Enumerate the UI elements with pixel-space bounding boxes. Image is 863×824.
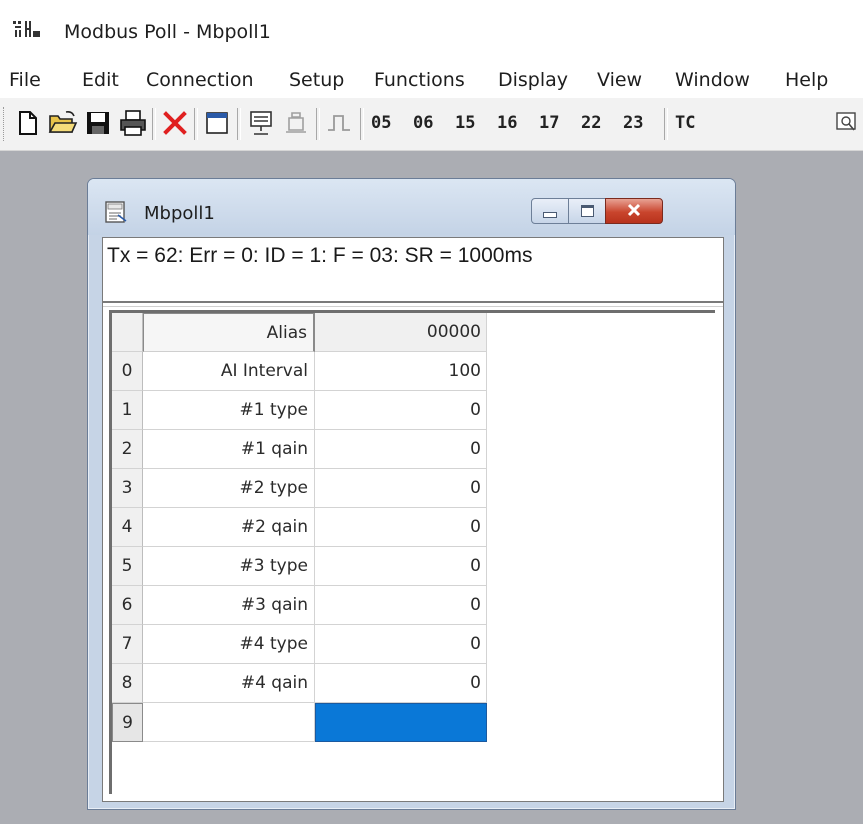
alias-cell[interactable] bbox=[143, 703, 315, 742]
modbus-app-icon bbox=[12, 19, 42, 39]
row-header[interactable]: 5 bbox=[112, 547, 143, 586]
value-cell[interactable]: 0 bbox=[315, 586, 487, 625]
toolbar: 05 06 15 16 17 22 23 TC bbox=[0, 98, 863, 151]
row-header[interactable]: 2 bbox=[112, 430, 143, 469]
app-title: Modbus Poll - Mbpoll1 bbox=[64, 21, 271, 43]
fc-16-button[interactable]: 16 bbox=[497, 113, 517, 133]
alias-cell[interactable]: #3 type bbox=[143, 547, 315, 586]
value-column-header[interactable]: 00000 bbox=[315, 313, 487, 352]
row-header[interactable]: 6 bbox=[112, 586, 143, 625]
alias-cell[interactable]: #1 type bbox=[143, 391, 315, 430]
menu-view[interactable]: View bbox=[597, 69, 642, 91]
value-cell[interactable]: 0 bbox=[315, 625, 487, 664]
menu-bar: File Edit Connection Setup Functions Dis… bbox=[0, 58, 863, 98]
open-folder-icon[interactable] bbox=[46, 106, 80, 140]
value-cell-selected[interactable] bbox=[315, 703, 487, 742]
row-header-selected[interactable]: 9 bbox=[112, 703, 143, 742]
save-icon[interactable] bbox=[81, 106, 115, 140]
alias-cell[interactable]: #2 qain bbox=[143, 508, 315, 547]
value-cell[interactable]: 0 bbox=[315, 547, 487, 586]
value-cell[interactable]: 100 bbox=[315, 352, 487, 391]
mbpoll1-window: Mbpoll1 Tx = 62: Err = 0: ID = 1: F = 03… bbox=[87, 178, 736, 810]
menu-functions[interactable]: Functions bbox=[374, 69, 465, 91]
maximize-button[interactable] bbox=[568, 198, 606, 224]
close-icon bbox=[626, 202, 642, 221]
alias-cell[interactable]: #3 qain bbox=[143, 586, 315, 625]
alias-cell[interactable]: #4 type bbox=[143, 625, 315, 664]
menu-connection[interactable]: Connection bbox=[146, 69, 254, 91]
value-cell[interactable]: 0 bbox=[315, 664, 487, 703]
value-cell[interactable]: 0 bbox=[315, 391, 487, 430]
menu-setup[interactable]: Setup bbox=[289, 69, 344, 91]
print-icon[interactable] bbox=[116, 106, 150, 140]
monitor-icon[interactable] bbox=[832, 106, 862, 140]
alias-column-header[interactable]: Alias bbox=[143, 313, 315, 352]
fc-05-button[interactable]: 05 bbox=[371, 113, 391, 133]
toolbar-separator bbox=[194, 108, 198, 140]
new-file-icon[interactable] bbox=[11, 106, 45, 140]
connect-icon[interactable] bbox=[244, 106, 278, 140]
minimize-button[interactable] bbox=[531, 198, 569, 224]
fc-06-button[interactable]: 06 bbox=[413, 113, 433, 133]
alias-cell[interactable]: AI Interval bbox=[143, 352, 315, 391]
menu-window[interactable]: Window bbox=[675, 69, 750, 91]
menu-edit[interactable]: Edit bbox=[82, 69, 119, 91]
row-header[interactable]: 7 bbox=[112, 625, 143, 664]
menu-display[interactable]: Display bbox=[498, 69, 568, 91]
menu-file[interactable]: File bbox=[9, 69, 41, 91]
value-cell[interactable]: 0 bbox=[315, 508, 487, 547]
toolbar-separator bbox=[237, 108, 241, 140]
child-window-title: Mbpoll1 bbox=[144, 203, 215, 224]
grid-corner[interactable] bbox=[112, 313, 143, 352]
toolbar-separator bbox=[664, 108, 668, 140]
row-header[interactable]: 1 bbox=[112, 391, 143, 430]
app-titlebar: Modbus Poll - Mbpoll1 bbox=[0, 0, 863, 58]
fc-22-button[interactable]: 22 bbox=[581, 113, 601, 133]
fc-17-button[interactable]: 17 bbox=[539, 113, 559, 133]
row-header[interactable]: 0 bbox=[112, 352, 143, 391]
document-icon bbox=[105, 201, 127, 223]
delete-icon[interactable] bbox=[158, 106, 192, 140]
toolbar-separator bbox=[360, 108, 364, 140]
row-header[interactable]: 4 bbox=[112, 508, 143, 547]
window-icon[interactable] bbox=[200, 106, 234, 140]
disconnect-icon[interactable] bbox=[279, 106, 313, 140]
value-cell[interactable]: 0 bbox=[315, 469, 487, 508]
child-titlebar[interactable]: Mbpoll1 bbox=[88, 179, 735, 235]
row-header[interactable]: 8 bbox=[112, 664, 143, 703]
fc-15-button[interactable]: 15 bbox=[455, 113, 475, 133]
toolbar-separator bbox=[316, 108, 320, 140]
maximize-icon bbox=[580, 205, 594, 217]
status-divider bbox=[103, 301, 723, 307]
fc-23-button[interactable]: 23 bbox=[623, 113, 643, 133]
toolbar-separator bbox=[152, 108, 156, 140]
close-button[interactable] bbox=[605, 198, 663, 224]
alias-cell[interactable]: #2 type bbox=[143, 469, 315, 508]
menu-help[interactable]: Help bbox=[785, 69, 828, 91]
value-cell[interactable]: 0 bbox=[315, 430, 487, 469]
pulse-icon[interactable] bbox=[322, 106, 356, 140]
tc-button[interactable]: TC bbox=[675, 113, 695, 133]
register-grid[interactable]: Alias 00000 0 AI Interval 100 1 #1 type … bbox=[109, 310, 715, 794]
alias-cell[interactable]: #1 qain bbox=[143, 430, 315, 469]
minimize-icon bbox=[543, 212, 557, 218]
client-area: Tx = 62: Err = 0: ID = 1: F = 03: SR = 1… bbox=[102, 237, 724, 802]
alias-cell[interactable]: #4 qain bbox=[143, 664, 315, 703]
row-header[interactable]: 3 bbox=[112, 469, 143, 508]
status-line: Tx = 62: Err = 0: ID = 1: F = 03: SR = 1… bbox=[107, 244, 533, 267]
toolbar-grip[interactable] bbox=[3, 107, 7, 141]
